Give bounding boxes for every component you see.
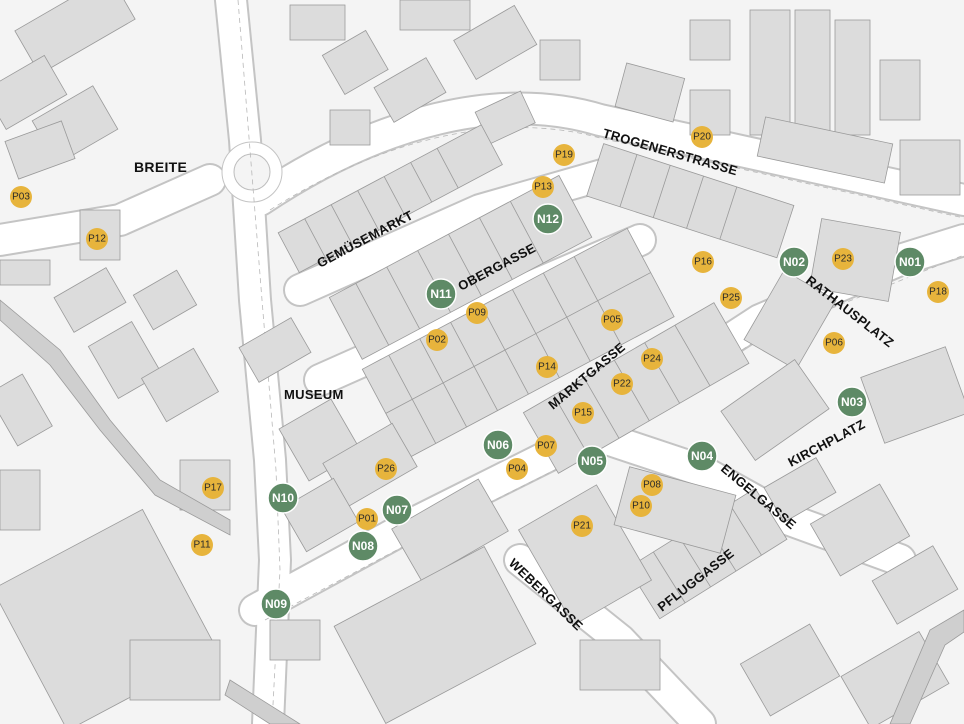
svg-text:P22: P22 xyxy=(613,379,631,390)
marker-p16[interactable]: P16 xyxy=(692,251,714,273)
marker-n06[interactable]: N06 xyxy=(482,429,514,461)
svg-text:P18: P18 xyxy=(929,287,947,298)
marker-p01[interactable]: P01 xyxy=(356,508,378,530)
marker-p04[interactable]: P04 xyxy=(506,458,528,480)
marker-p09[interactable]: P09 xyxy=(466,302,488,324)
marker-p18[interactable]: P18 xyxy=(927,281,949,303)
svg-text:P15: P15 xyxy=(574,408,592,419)
marker-n08[interactable]: N08 xyxy=(347,530,379,562)
svg-text:P25: P25 xyxy=(722,293,740,304)
marker-n03[interactable]: N03 xyxy=(836,386,868,418)
marker-p08[interactable]: P08 xyxy=(641,474,663,496)
marker-p24[interactable]: P24 xyxy=(641,348,663,370)
svg-text:N10: N10 xyxy=(272,491,294,505)
svg-text:N08: N08 xyxy=(352,539,374,553)
marker-p10[interactable]: P10 xyxy=(630,495,652,517)
marker-p17[interactable]: P17 xyxy=(202,477,224,499)
marker-n02[interactable]: N02 xyxy=(778,246,810,278)
marker-p11[interactable]: P11 xyxy=(191,534,213,556)
marker-p13[interactable]: P13 xyxy=(532,176,554,198)
svg-text:P23: P23 xyxy=(834,254,852,265)
marker-p21[interactable]: P21 xyxy=(571,515,593,537)
marker-p12[interactable]: P12 xyxy=(86,228,108,250)
svg-text:P02: P02 xyxy=(428,335,446,346)
marker-n10[interactable]: N10 xyxy=(267,482,299,514)
label-breite: BREITE xyxy=(134,159,187,175)
svg-text:N07: N07 xyxy=(386,503,408,517)
svg-text:P09: P09 xyxy=(468,308,486,319)
svg-text:P08: P08 xyxy=(643,480,661,491)
marker-p26[interactable]: P26 xyxy=(375,458,397,480)
marker-n09[interactable]: N09 xyxy=(260,588,292,620)
marker-n07[interactable]: N07 xyxy=(381,494,413,526)
marker-p20[interactable]: P20 xyxy=(691,126,713,148)
marker-p22[interactable]: P22 xyxy=(611,373,633,395)
svg-text:P03: P03 xyxy=(12,192,30,203)
svg-text:P11: P11 xyxy=(193,540,210,551)
svg-text:N01: N01 xyxy=(899,255,921,269)
svg-text:N12: N12 xyxy=(537,212,559,226)
svg-text:P24: P24 xyxy=(643,354,661,365)
marker-p07[interactable]: P07 xyxy=(535,435,557,457)
marker-p25[interactable]: P25 xyxy=(720,287,742,309)
svg-text:P04: P04 xyxy=(508,464,526,475)
svg-text:P19: P19 xyxy=(555,150,573,161)
label-museum: MUSEUM xyxy=(284,387,344,402)
svg-text:P12: P12 xyxy=(88,234,106,245)
svg-text:P10: P10 xyxy=(632,501,650,512)
marker-p23[interactable]: P23 xyxy=(832,248,854,270)
svg-text:P05: P05 xyxy=(603,315,621,326)
svg-text:P14: P14 xyxy=(538,362,556,373)
svg-text:P26: P26 xyxy=(377,464,395,475)
marker-p06[interactable]: P06 xyxy=(823,332,845,354)
svg-text:P01: P01 xyxy=(358,514,376,525)
marker-n12[interactable]: N12 xyxy=(532,203,564,235)
svg-text:P13: P13 xyxy=(534,182,552,193)
svg-text:N02: N02 xyxy=(783,255,805,269)
marker-n11[interactable]: N11 xyxy=(425,278,457,310)
svg-text:N06: N06 xyxy=(487,438,509,452)
svg-text:P16: P16 xyxy=(694,257,712,268)
marker-p02[interactable]: P02 xyxy=(426,329,448,351)
svg-text:P07: P07 xyxy=(537,441,555,452)
svg-text:N05: N05 xyxy=(581,454,603,468)
marker-p05[interactable]: P05 xyxy=(601,309,623,331)
marker-p03[interactable]: P03 xyxy=(10,186,32,208)
svg-text:P06: P06 xyxy=(825,338,843,349)
marker-n05[interactable]: N05 xyxy=(576,445,608,477)
marker-n01[interactable]: N01 xyxy=(894,246,926,278)
marker-p15[interactable]: P15 xyxy=(572,402,594,424)
svg-text:P17: P17 xyxy=(204,483,222,494)
svg-text:N04: N04 xyxy=(691,449,713,463)
svg-text:P21: P21 xyxy=(573,521,591,532)
svg-text:P20: P20 xyxy=(693,132,711,143)
svg-text:N03: N03 xyxy=(841,395,863,409)
marker-p14[interactable]: P14 xyxy=(536,356,558,378)
svg-text:N09: N09 xyxy=(265,597,287,611)
town-map: BREITE TROGENERSTRASSE GEMÜSEMARKT OBERG… xyxy=(0,0,964,724)
marker-p19[interactable]: P19 xyxy=(553,144,575,166)
marker-n04[interactable]: N04 xyxy=(686,440,718,472)
svg-text:N11: N11 xyxy=(430,287,452,301)
